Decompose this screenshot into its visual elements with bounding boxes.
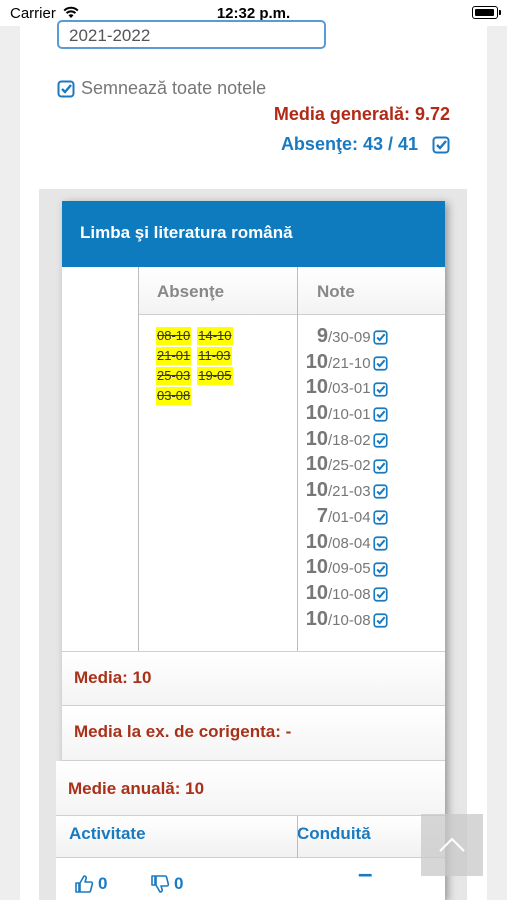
grade-row: 10/10-01 — [298, 402, 445, 428]
grade-value: 10 — [305, 607, 328, 630]
check-square-icon[interactable] — [372, 356, 388, 371]
check-square-icon — [57, 80, 75, 97]
check-square-icon[interactable] — [372, 561, 388, 577]
activity-votes-row: 0 0 – — [56, 858, 445, 900]
school-year-select[interactable]: 2021-2022 — [57, 20, 326, 49]
absence-list: 08-10 14-10 21-01 11-03 25-03 19-05 03-0… — [156, 327, 246, 405]
grade-date: /10-08 — [328, 585, 371, 603]
grade-date: /03-01 — [328, 380, 371, 398]
grade-row: 10/10-08 — [298, 608, 445, 634]
check-square-icon[interactable] — [372, 587, 388, 602]
grade-date: /10-08 — [328, 611, 371, 629]
grade-value: 10 — [305, 402, 328, 425]
grade-row: 10/03-01 — [298, 376, 445, 402]
check-square-icon[interactable] — [372, 459, 388, 474]
grade-date: /21-03 — [328, 483, 371, 501]
subject-card: Limba şi literatura română Absenţe Note … — [56, 201, 445, 900]
check-square-icon[interactable] — [432, 136, 450, 154]
check-square-icon[interactable] — [372, 330, 388, 345]
absence-date[interactable]: 08-10 — [156, 327, 192, 345]
thumbs-up-icon — [75, 875, 94, 893]
absence-date[interactable]: 11-03 — [197, 347, 232, 365]
grade-row: 10/21-10 — [298, 351, 445, 377]
chevron-up-icon — [439, 837, 465, 852]
grade-row: 10/09-05 — [298, 556, 445, 582]
grade-value: 10 — [305, 581, 328, 604]
activity-label: Activitate — [69, 824, 146, 843]
grade-date: /21-10 — [328, 354, 371, 372]
grade-date: /30-09 — [328, 329, 371, 346]
grade-value: 10 — [305, 530, 328, 553]
check-square-icon[interactable] — [372, 536, 388, 551]
grade-date: /01-04 — [328, 508, 371, 526]
grade-value: 10 — [305, 479, 328, 502]
absence-date[interactable]: 03-08 — [156, 387, 192, 405]
grades-header: Note — [298, 267, 445, 315]
annual-average: Medie anuală: 10 — [56, 761, 445, 816]
sign-all-label: Semnează toate notele — [81, 78, 267, 98]
absences-total-label: Absenţe: 43 / 41 — [280, 134, 418, 154]
grade-value: 10 — [305, 350, 328, 373]
check-square-icon[interactable] — [372, 510, 388, 525]
grade-row: 10/08-04 — [298, 531, 445, 557]
grade-date: /09-05 — [328, 560, 371, 578]
scroll-to-top-button[interactable] — [421, 814, 483, 876]
absence-date[interactable]: 25-03 — [156, 367, 192, 385]
check-square-icon[interactable] — [372, 382, 388, 397]
grade-value: 10 — [305, 427, 328, 450]
like-button[interactable]: 0 — [74, 874, 107, 894]
absences-total: Absenţe: 43 / 41 — [281, 134, 450, 155]
grade-row: 10/21-03 — [298, 479, 445, 505]
like-count: 0 — [98, 874, 108, 893]
grade-date: /10-01 — [328, 406, 371, 424]
grade-date: /18-02 — [328, 431, 371, 449]
sign-all-grades-toggle[interactable]: Semnează toate notele — [57, 78, 266, 99]
general-average: Media generală: 9.72 — [273, 104, 450, 124]
check-square-icon[interactable] — [372, 433, 388, 448]
absences-header: Absenţe — [138, 267, 298, 315]
grade-value: 7 — [316, 504, 328, 527]
absence-date[interactable]: 19-05 — [197, 367, 233, 385]
check-square-icon[interactable] — [372, 613, 388, 628]
absence-date[interactable]: 14-10 — [197, 327, 233, 345]
absence-date[interactable]: 21-01 — [156, 347, 192, 365]
subject-average: Media: 10 — [62, 651, 445, 706]
subject-title: Limba şi literatura română — [62, 201, 445, 267]
check-square-icon[interactable] — [372, 484, 388, 500]
conduct-value: – — [358, 858, 373, 888]
grade-row: 10/18-02 — [298, 428, 445, 454]
grade-date: /08-04 — [328, 534, 371, 552]
grade-value: 9 — [316, 325, 328, 347]
grade-value: 10 — [305, 453, 328, 476]
check-square-icon[interactable] — [372, 407, 388, 422]
grade-row: 7/01-04 — [298, 505, 445, 531]
battery-icon — [472, 6, 501, 19]
activity-conduct-header: Activitate Conduită — [56, 816, 445, 858]
grade-date: /25-02 — [328, 457, 371, 475]
grade-list: 9/30-09 10/21-10 10/03-01 10/10-01 10/18-02 1… — [298, 325, 445, 633]
thumbs-down-icon — [151, 875, 170, 893]
header-spacer — [62, 315, 138, 316]
grade-row: 10/10-08 — [298, 582, 445, 608]
grade-value: 10 — [305, 556, 328, 579]
grade-row: 9/30-09 — [298, 325, 445, 351]
grade-value: 10 — [305, 376, 328, 399]
conduct-label: Conduită — [297, 824, 371, 843]
retake-exam-average: Media la ex. de corigenta: - — [62, 706, 445, 761]
column-divider — [138, 267, 139, 651]
dislike-count: 0 — [174, 874, 184, 893]
grade-row: 10/25-02 — [298, 453, 445, 479]
dislike-button[interactable]: 0 — [150, 874, 183, 894]
